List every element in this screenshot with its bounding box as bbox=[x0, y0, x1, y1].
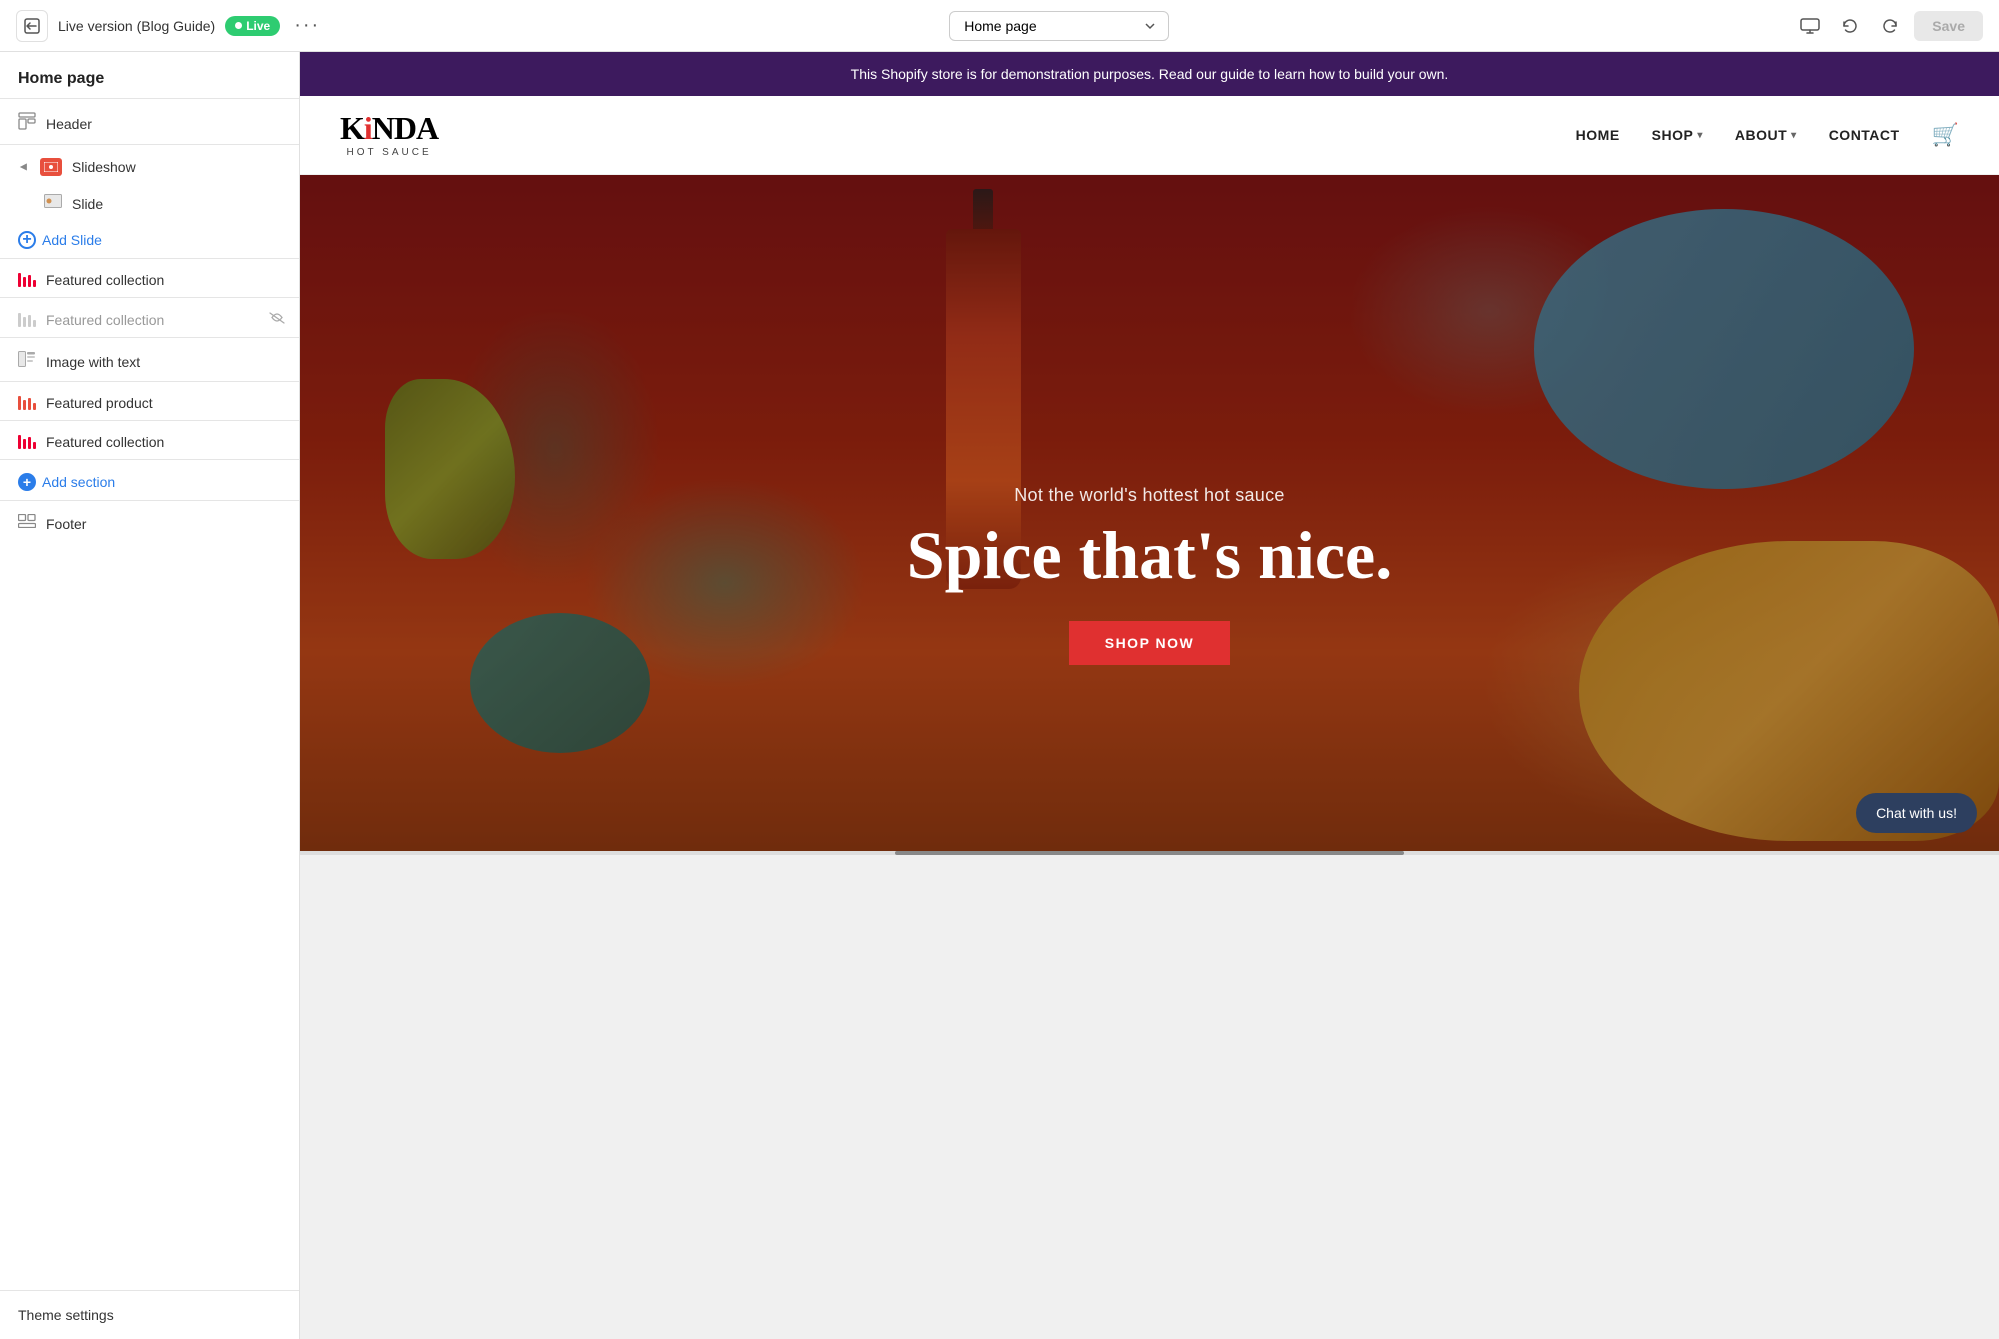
featured-product-label: Featured product bbox=[46, 395, 285, 411]
featured-collection-1-label: Featured collection bbox=[46, 272, 285, 288]
slide-icon bbox=[44, 194, 62, 213]
sidebar-item-featured-collection-3[interactable]: Featured collection bbox=[0, 425, 299, 459]
hero-title: Spice that's nice. bbox=[800, 518, 1500, 593]
logo-k: KiNDA bbox=[340, 110, 438, 146]
sidebar-item-slideshow[interactable]: ▼ Slideshow bbox=[0, 149, 299, 185]
slideshow-icon bbox=[40, 158, 62, 176]
store-banner: This Shopify store is for demonstration … bbox=[300, 52, 1999, 96]
featured-collection-3-label: Featured collection bbox=[46, 434, 285, 450]
sidebar: Home page Header ▼ Slideshow Slide bbox=[0, 52, 300, 1339]
add-slide-label: Add Slide bbox=[42, 232, 102, 248]
sidebar-page-title: Home page bbox=[0, 52, 299, 98]
hero-slideshow: Not the world's hottest hot sauce Spice … bbox=[300, 175, 1999, 855]
chat-widget[interactable]: Chat with us! bbox=[1856, 793, 1977, 833]
store-nav: KiNDA HOT SAUCE HOME SHOP ▾ ABOUT ▾ CONT… bbox=[300, 96, 1999, 175]
more-options-button[interactable]: ··· bbox=[290, 14, 324, 37]
featured-collection-2-label: Featured collection bbox=[46, 312, 259, 328]
featured-collection-2-icon bbox=[18, 313, 36, 327]
scroll-indicator bbox=[300, 851, 1999, 855]
footer-label: Footer bbox=[46, 516, 285, 532]
sidebar-item-footer[interactable]: Footer bbox=[0, 505, 299, 542]
image-with-text-icon bbox=[18, 351, 36, 372]
save-button[interactable]: Save bbox=[1914, 11, 1983, 41]
sidebar-divider-3 bbox=[0, 297, 299, 298]
nav-about[interactable]: ABOUT ▾ bbox=[1735, 127, 1797, 143]
main-layout: Home page Header ▼ Slideshow Slide bbox=[0, 52, 1999, 1339]
add-slide-plus: + bbox=[18, 231, 36, 249]
featured-collection-1-icon bbox=[18, 273, 36, 287]
footer-icon bbox=[18, 514, 36, 533]
sidebar-divider-5 bbox=[0, 381, 299, 382]
header-label: Header bbox=[46, 116, 285, 132]
live-dot bbox=[235, 22, 242, 29]
hero-subtitle: Not the world's hottest hot sauce bbox=[800, 485, 1500, 506]
sidebar-item-featured-collection-1[interactable]: Featured collection bbox=[0, 263, 299, 297]
sidebar-item-featured-collection-2[interactable]: Featured collection bbox=[0, 302, 299, 337]
redo-button[interactable] bbox=[1874, 10, 1906, 42]
desktop-view-button[interactable] bbox=[1794, 10, 1826, 42]
sidebar-spacer bbox=[0, 542, 299, 1290]
sidebar-divider-top bbox=[0, 98, 299, 99]
featured-collection-3-icon bbox=[18, 435, 36, 449]
sidebar-divider-7 bbox=[0, 459, 299, 460]
top-bar-right: Save bbox=[1794, 10, 1983, 42]
store-logo-container: KiNDA HOT SAUCE bbox=[340, 112, 438, 158]
sidebar-divider-6 bbox=[0, 420, 299, 421]
cart-icon[interactable]: 🛒 bbox=[1932, 122, 1959, 148]
nav-contact[interactable]: CONTACT bbox=[1829, 127, 1900, 143]
slide-label: Slide bbox=[72, 196, 285, 212]
store-logo-sub: HOT SAUCE bbox=[340, 147, 438, 158]
add-section-plus: + bbox=[18, 473, 36, 491]
add-slide-button[interactable]: + Add Slide bbox=[0, 222, 299, 258]
add-section-label: Add section bbox=[42, 474, 115, 490]
store-logo: KiNDA bbox=[340, 112, 438, 145]
live-badge: Live bbox=[225, 16, 280, 36]
theme-settings-button[interactable]: Theme settings bbox=[0, 1290, 299, 1339]
nav-shop[interactable]: SHOP ▾ bbox=[1652, 127, 1703, 143]
slideshow-chevron: ▼ bbox=[17, 161, 31, 173]
hero-cta-button[interactable]: SHOP NOW bbox=[1069, 621, 1231, 665]
logo-dot: i bbox=[364, 110, 372, 146]
sidebar-divider-2 bbox=[0, 258, 299, 259]
featured-product-icon bbox=[18, 396, 36, 410]
scroll-thumb bbox=[895, 851, 1405, 855]
header-icon bbox=[18, 112, 36, 135]
slideshow-label: Slideshow bbox=[72, 159, 285, 175]
sidebar-divider-4 bbox=[0, 337, 299, 338]
top-bar-center: Home page bbox=[336, 11, 1782, 41]
undo-button[interactable] bbox=[1834, 10, 1866, 42]
page-selector[interactable]: Home page bbox=[949, 11, 1169, 41]
preview-pane: This Shopify store is for demonstration … bbox=[300, 52, 1999, 1339]
sidebar-item-slide[interactable]: Slide bbox=[0, 185, 299, 222]
store-nav-links: HOME SHOP ▾ ABOUT ▾ CONTACT 🛒 bbox=[1576, 122, 1959, 148]
add-section-button[interactable]: + Add section bbox=[0, 464, 299, 500]
nav-home[interactable]: HOME bbox=[1576, 127, 1620, 143]
version-title: Live version (Blog Guide) bbox=[58, 18, 215, 34]
top-bar: Live version (Blog Guide) Live ··· Home … bbox=[0, 0, 1999, 52]
image-with-text-label: Image with text bbox=[46, 354, 285, 370]
sidebar-item-header[interactable]: Header bbox=[0, 103, 299, 144]
top-bar-left: Live version (Blog Guide) Live ··· bbox=[16, 10, 324, 42]
sidebar-item-image-with-text[interactable]: Image with text bbox=[0, 342, 299, 381]
sidebar-divider-8 bbox=[0, 500, 299, 501]
sidebar-item-featured-product[interactable]: Featured product bbox=[0, 386, 299, 420]
shop-dropdown-arrow: ▾ bbox=[1697, 130, 1703, 141]
hidden-eye-icon bbox=[269, 311, 285, 328]
store-preview: This Shopify store is for demonstration … bbox=[300, 52, 1999, 1339]
hero-content: Not the world's hottest hot sauce Spice … bbox=[800, 485, 1500, 665]
back-button[interactable] bbox=[16, 10, 48, 42]
sidebar-divider-1 bbox=[0, 144, 299, 145]
about-dropdown-arrow: ▾ bbox=[1791, 130, 1797, 141]
